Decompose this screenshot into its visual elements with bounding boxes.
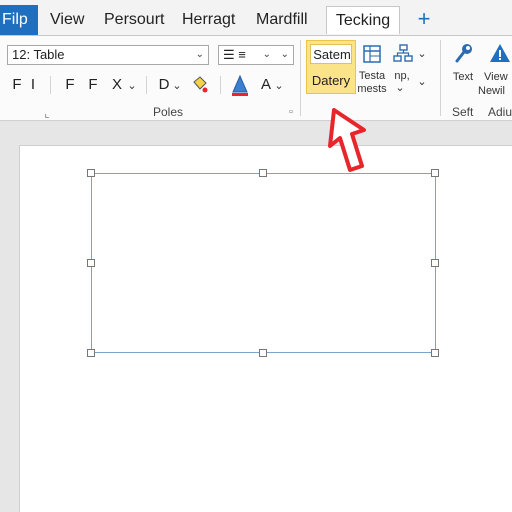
text-button[interactable]: Text [448, 71, 478, 83]
tab-tecking[interactable]: Tecking [326, 6, 400, 34]
chevron-down-icon[interactable]: ⌄ [394, 82, 406, 94]
datery-button[interactable]: Datery [306, 73, 356, 88]
resize-handle-bottom-left[interactable] [87, 349, 95, 357]
divider [220, 76, 221, 94]
testa-button[interactable]: Testa [356, 70, 388, 82]
resize-handle-bottom-right[interactable] [431, 349, 439, 357]
group-divider [440, 40, 441, 116]
group-divider [300, 40, 301, 116]
dialog-launcher-icon[interactable]: ⌞ [42, 108, 52, 120]
ribbon: 12: Table ⌄ ☰ ≡ ⌄ ⌄ F I F F X ⌄ D ⌄ A ⌄ … [0, 35, 512, 121]
table-icon[interactable] [362, 44, 382, 64]
resize-handle-left[interactable] [87, 259, 95, 267]
tab-persourt[interactable]: Persourt [104, 6, 164, 34]
group-label-seft: Seft [452, 105, 474, 119]
list-style-combo[interactable]: ☰ ≡ ⌄ ⌄ [218, 45, 294, 65]
testa-sub-label: mests [357, 83, 387, 95]
format-d-button[interactable]: D [156, 76, 172, 94]
format-i-button[interactable]: I [28, 76, 38, 94]
sitemap-icon[interactable] [392, 44, 414, 64]
dropdown-arrow-icon: ⌄ [195, 49, 204, 60]
format-f3-button[interactable]: F [86, 76, 100, 94]
view-button[interactable]: View [484, 71, 512, 83]
group-label-adiu: Adiu [488, 105, 512, 119]
font-color-icon[interactable] [230, 74, 250, 96]
tab-mardfill[interactable]: Mardfill [256, 6, 308, 34]
resize-handle-right[interactable] [431, 259, 439, 267]
view-sub-label: Newil [478, 85, 505, 97]
style-combo[interactable]: 12: Table ⌄ [7, 45, 209, 65]
satem-button[interactable]: Satem [310, 44, 352, 64]
tab-file[interactable]: Filp [0, 5, 38, 35]
dialog-launcher-icon[interactable]: ▫ [286, 106, 296, 118]
divider [50, 76, 51, 94]
chevron-down-icon[interactable]: ⌄ [416, 48, 428, 60]
list-style-value: ☰ ≡ [223, 47, 246, 62]
warning-icon[interactable] [489, 42, 511, 64]
resize-handle-bottom[interactable] [259, 349, 267, 357]
pointer-arrow-icon [314, 106, 374, 176]
ribbon-tab-bar: Filp View Persourt Herragt Mardfill Teck… [0, 0, 512, 36]
resize-handle-top-right[interactable] [431, 169, 439, 177]
format-f2-button[interactable]: F [63, 76, 77, 94]
chevron-down-icon[interactable]: ⌄ [274, 80, 284, 92]
resize-handle-top-left[interactable] [87, 169, 95, 177]
selected-shape[interactable] [91, 173, 436, 353]
chevron-down-icon[interactable]: ⌄ [416, 76, 428, 88]
font-a-button[interactable]: A [258, 76, 274, 94]
wrench-icon[interactable] [454, 42, 474, 64]
paint-bucket-icon[interactable] [191, 76, 209, 96]
tab-herragt[interactable]: Herragt [182, 6, 235, 34]
chevron-down-icon: ⌄ [262, 49, 271, 60]
satem-label: Satem [313, 47, 351, 62]
style-combo-value: 12: Table [12, 47, 65, 62]
resize-handle-top[interactable] [259, 169, 267, 177]
format-x-button[interactable]: X [110, 76, 124, 94]
chevron-down-icon[interactable]: ⌄ [172, 80, 182, 92]
tab-view[interactable]: View [50, 6, 84, 34]
divider [146, 76, 147, 94]
group-label-poles: Poles [153, 105, 184, 119]
chevron-down-icon[interactable]: ⌄ [127, 80, 137, 92]
chevron-down-icon: ⌄ [280, 49, 289, 60]
np-button[interactable]: np, [389, 70, 415, 82]
add-tab-button[interactable]: + [413, 4, 435, 34]
format-f-button[interactable]: F [10, 76, 24, 94]
